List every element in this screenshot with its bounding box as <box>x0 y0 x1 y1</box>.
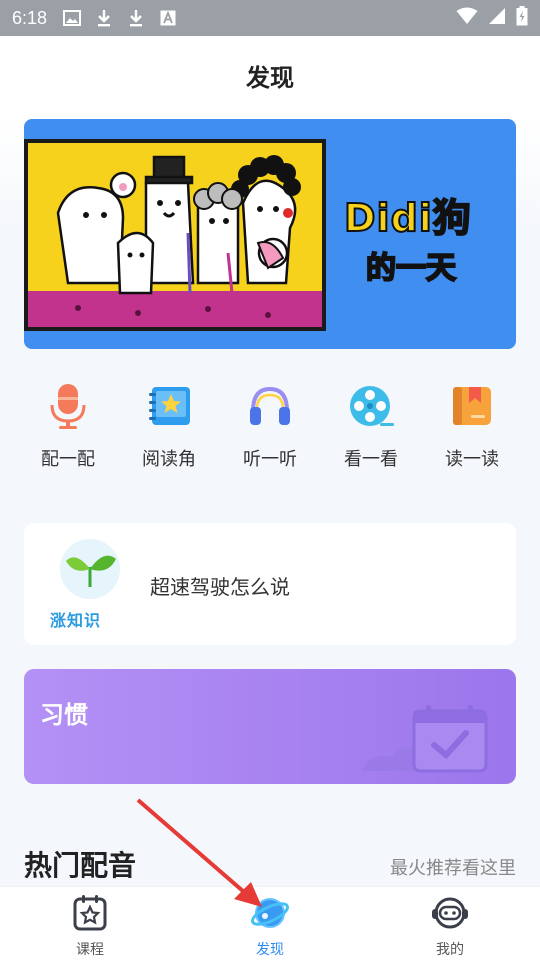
robot-face-icon <box>432 897 468 929</box>
logo-text: 涨知识 <box>50 613 102 630</box>
discover-page: 发现 Didi狗 的一天 配一配 阅读角 听一听 看一看 读一读 涨知识 超速驾… <box>0 36 540 886</box>
headphones-icon <box>250 386 290 425</box>
habit-title: 习惯 <box>40 702 88 729</box>
shortcut-label: 听一听 <box>243 449 297 469</box>
shortcut-read[interactable]: 读一读 <box>428 381 516 481</box>
hot-section-more-link[interactable]: 最火推荐看这里 <box>390 854 516 880</box>
cartoon-family-illustration <box>56 155 301 318</box>
signal-icon <box>488 7 506 29</box>
wifi-icon <box>456 7 478 29</box>
font-icon <box>159 9 177 27</box>
shortcut-row: 配一配 阅读角 听一听 看一看 读一读 <box>24 381 516 481</box>
knowledge-card[interactable]: 涨知识 超速驾驶怎么说 <box>24 523 516 645</box>
knowledge-title: 超速驾驶怎么说 <box>150 577 290 599</box>
microphone-icon <box>50 384 86 429</box>
page-title: 发现 <box>246 65 294 92</box>
nav-item-label: 我的 <box>436 941 464 957</box>
nav-item-me[interactable]: 我的 <box>360 887 540 960</box>
download-icon <box>127 9 145 27</box>
shortcut-listen[interactable]: 听一听 <box>226 381 314 481</box>
nav-item-courses[interactable]: 课程 <box>0 887 180 960</box>
battery-icon <box>516 6 528 30</box>
planet-icon <box>251 898 289 928</box>
banner-subtitle: 的一天 <box>365 250 457 287</box>
banner-title-art: Didi狗 的一天 <box>336 183 516 303</box>
shortcut-label: 阅读角 <box>142 449 196 469</box>
star-book-icon <box>149 387 190 425</box>
nav-item-discover[interactable]: 发现 <box>180 887 360 960</box>
shortcut-label: 读一读 <box>445 449 499 469</box>
bottom-nav: 课程 发现 我的 <box>0 886 540 960</box>
nav-item-label: 课程 <box>76 941 104 957</box>
film-reel-icon <box>350 386 394 426</box>
calendar-check-icon <box>362 705 488 773</box>
shortcut-label: 看一看 <box>344 449 398 469</box>
banner-title: Didi狗 <box>343 195 472 241</box>
shortcut-label: 配一配 <box>41 449 95 469</box>
shortcut-watch[interactable]: 看一看 <box>327 381 415 481</box>
habit-card[interactable]: 习惯 <box>24 669 516 784</box>
shortcut-dubbing[interactable]: 配一配 <box>24 381 112 481</box>
download-icon <box>95 9 113 27</box>
book-icon <box>453 387 491 425</box>
shortcut-reading-corner[interactable]: 阅读角 <box>125 381 213 481</box>
image-icon <box>63 9 82 27</box>
nav-item-label: 发现 <box>256 941 284 957</box>
status-bar: 6:18 <box>0 0 540 36</box>
calendar-star-icon <box>73 895 107 931</box>
status-time: 6:18 <box>12 7 48 28</box>
hot-section-title: 热门配音 <box>24 850 137 881</box>
banner-illustration <box>24 139 326 331</box>
promo-banner[interactable]: Didi狗 的一天 <box>24 119 516 349</box>
